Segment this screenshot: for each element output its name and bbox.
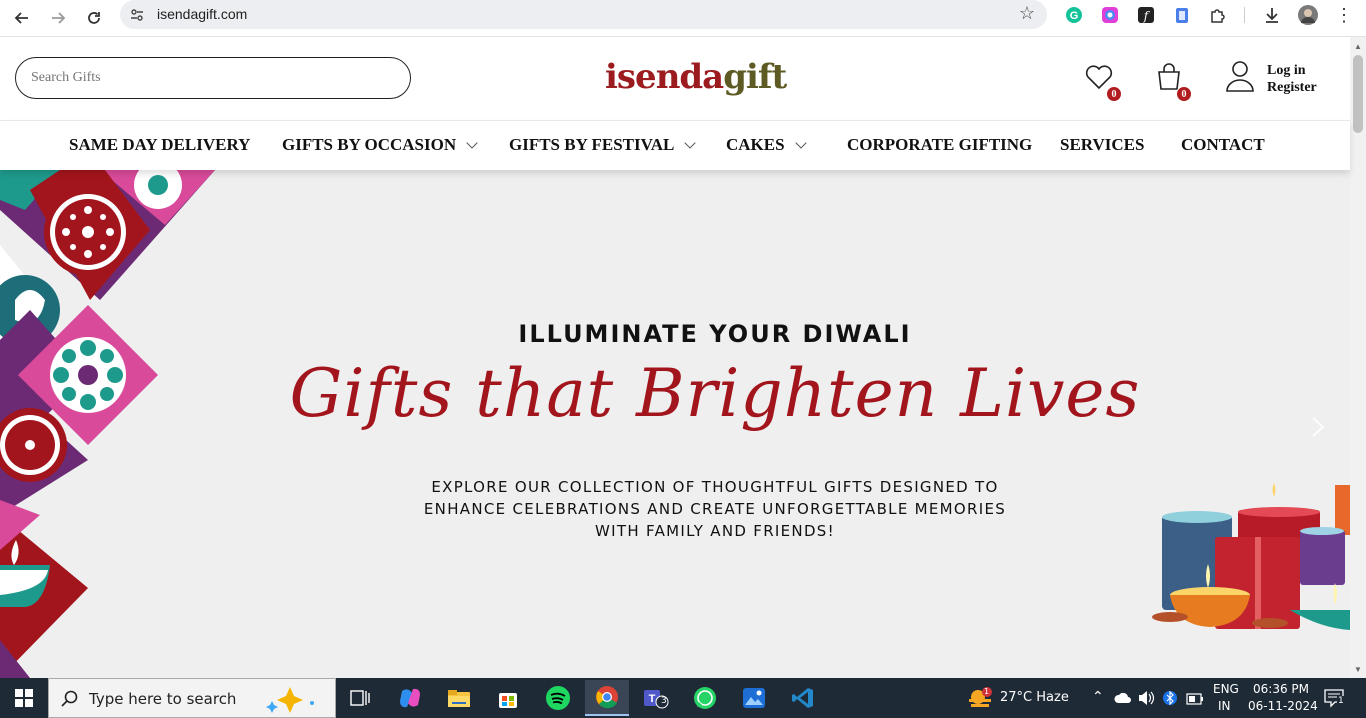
- weather-icon[interactable]: 1: [967, 687, 993, 714]
- menu-same-day-delivery[interactable]: SAME DAY DELIVERY: [69, 135, 250, 155]
- chevron-down-icon: [466, 136, 478, 149]
- puzzle-extensions-icon[interactable]: [1207, 4, 1229, 26]
- account-links: Log in Register: [1267, 62, 1317, 96]
- wishlist-count-badge: 0: [1106, 86, 1122, 102]
- menu-cakes[interactable]: CAKES: [726, 135, 807, 155]
- menu-gifts-by-occasion[interactable]: GIFTS BY OCCASION: [282, 135, 478, 155]
- diwali-candles-image: [1152, 483, 1350, 630]
- cart-button[interactable]: 0: [1154, 62, 1192, 102]
- weather-badge: 1: [984, 687, 990, 696]
- login-link[interactable]: Log in: [1267, 62, 1317, 79]
- language-code[interactable]: ENG: [1213, 682, 1239, 696]
- vscode-icon[interactable]: [781, 680, 825, 716]
- photos-icon[interactable]: [732, 680, 776, 716]
- menu-label: SERVICES: [1060, 135, 1145, 154]
- file-explorer-icon[interactable]: [437, 680, 481, 716]
- microsoft-store-icon[interactable]: [486, 680, 530, 716]
- hero-description: EXPLORE OUR COLLECTION OF THOUGHTFUL GIF…: [423, 478, 1007, 540]
- site-logo[interactable]: isendagift: [605, 57, 787, 97]
- hero-title: Gifts that Brighten Lives: [289, 355, 1141, 432]
- download-icon[interactable]: [1261, 4, 1283, 26]
- weather-text[interactable]: 27°C Haze: [1000, 690, 1069, 705]
- hero-banner[interactable]: ILLUMINATE YOUR DIWALI Gifts that Bright…: [0, 170, 1350, 678]
- menu-services[interactable]: SERVICES: [1060, 135, 1144, 155]
- menu-label: CAKES: [726, 135, 785, 154]
- copilot-icon[interactable]: [388, 680, 432, 716]
- logo-part-1: isenda: [605, 57, 724, 97]
- chevron-right-icon[interactable]: [1305, 415, 1329, 439]
- taskbar-search-box[interactable]: Type here to search: [48, 678, 336, 718]
- menu-label: GIFTS BY FESTIVAL: [509, 135, 675, 154]
- teams-badge: 3: [661, 696, 667, 706]
- profile-avatar[interactable]: [1297, 4, 1319, 26]
- taskbar-search-placeholder: Type here to search: [89, 690, 237, 708]
- menu-label: CONTACT: [1181, 135, 1265, 154]
- menu-label: CORPORATE GIFTING: [847, 135, 1033, 154]
- browser-toolbar: isendagift.com ☆ G f ⋮: [0, 0, 1366, 37]
- windows-start-icon[interactable]: [0, 678, 48, 718]
- scroll-down-icon[interactable]: ▼: [1350, 662, 1366, 676]
- menu-label: GIFTS BY OCCASION: [282, 135, 457, 154]
- whatsapp-icon[interactable]: [683, 680, 727, 716]
- back-arrow-icon[interactable]: [8, 4, 36, 32]
- clock-time[interactable]: 06:36 PM: [1253, 682, 1309, 696]
- scroll-up-icon[interactable]: ▲: [1350, 39, 1366, 53]
- search-icon: [61, 690, 78, 707]
- more-menu-icon[interactable]: ⋮: [1333, 4, 1355, 26]
- bluetooth-icon[interactable]: [1163, 689, 1177, 712]
- volume-icon[interactable]: [1137, 690, 1155, 711]
- search-input[interactable]: [15, 57, 411, 99]
- toolbar-divider: [1244, 7, 1245, 23]
- main-menu: SAME DAY DELIVERY GIFTS BY OCCASION GIFT…: [0, 120, 1350, 170]
- register-link[interactable]: Register: [1267, 79, 1317, 96]
- page-scrollbar[interactable]: ▲ ▼: [1350, 37, 1366, 678]
- clock-date: 06-11-2024: [1248, 699, 1318, 713]
- copilot-sparkle-icon: [266, 687, 314, 713]
- menu-gifts-by-festival[interactable]: GIFTS BY FESTIVAL: [509, 135, 697, 155]
- site-info-icon[interactable]: [128, 6, 146, 24]
- battery-icon[interactable]: [1186, 692, 1204, 710]
- scroll-thumb[interactable]: [1353, 55, 1363, 133]
- show-hidden-icons-chevron-icon[interactable]: ⌃: [1092, 689, 1104, 705]
- notification-center-icon[interactable]: 1: [1324, 688, 1346, 713]
- menu-contact[interactable]: CONTACT: [1181, 135, 1265, 155]
- address-bar[interactable]: isendagift.com ☆: [120, 0, 1047, 29]
- site-header: isendagift 0 0 Log in Register: [0, 37, 1350, 120]
- clipboard-icon[interactable]: [1171, 4, 1193, 26]
- color-picker-icon[interactable]: [1099, 4, 1121, 26]
- windows-taskbar: Type here to search T 3 1 27°C Haze ⌃ EN…: [0, 678, 1366, 718]
- notification-count: 1: [1337, 696, 1345, 706]
- svg-text:T: T: [649, 693, 656, 705]
- font-icon[interactable]: f: [1135, 4, 1157, 26]
- chevron-down-icon: [794, 136, 807, 149]
- wishlist-button[interactable]: 0: [1084, 62, 1122, 102]
- grammarly-icon[interactable]: G: [1063, 4, 1085, 26]
- spotify-icon[interactable]: [536, 680, 580, 716]
- menu-corporate-gifting[interactable]: CORPORATE GIFTING: [847, 135, 1032, 155]
- task-view-icon[interactable]: [338, 680, 382, 716]
- teams-icon[interactable]: T 3: [634, 680, 678, 716]
- menu-label: SAME DAY DELIVERY: [69, 135, 251, 154]
- hero-kicker: ILLUMINATE YOUR DIWALI: [518, 320, 912, 348]
- url-text: isendagift.com: [157, 6, 248, 22]
- region-code: IN: [1218, 699, 1231, 713]
- bookmark-star-icon[interactable]: ☆: [1019, 3, 1035, 24]
- svg-text:G: G: [1070, 10, 1079, 22]
- chevron-down-icon: [684, 136, 697, 149]
- chrome-icon[interactable]: [585, 680, 629, 716]
- cart-count-badge: 0: [1176, 86, 1192, 102]
- onedrive-cloud-icon[interactable]: [1114, 691, 1132, 709]
- forward-arrow-icon[interactable]: [44, 4, 72, 32]
- reload-icon[interactable]: [80, 4, 108, 32]
- user-icon[interactable]: [1224, 59, 1256, 92]
- logo-part-2: gift: [723, 57, 787, 97]
